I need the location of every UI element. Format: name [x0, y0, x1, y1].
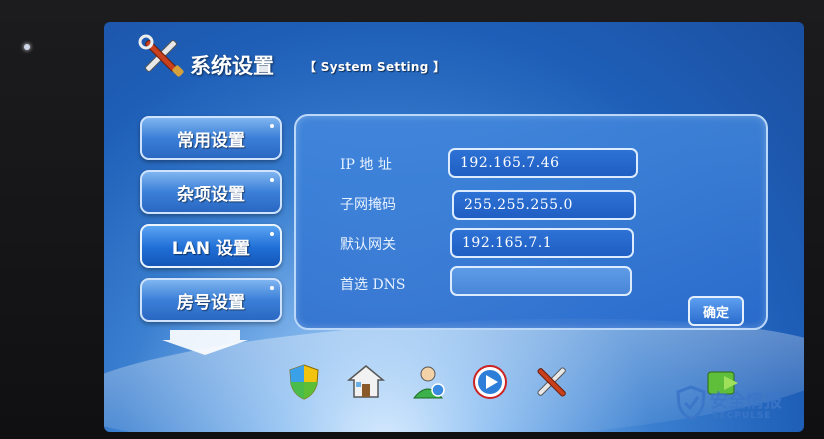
subnet-mask-field[interactable]: 255.255.255.0: [452, 190, 636, 220]
ip-address-label: IP 地 址: [340, 157, 392, 173]
watermark: 安全情报 SECPULSE: [676, 383, 816, 433]
tools-icon: [138, 34, 184, 77]
sidebar-item-misc-settings[interactable]: 杂项设置: [140, 170, 282, 214]
page-title: 系统设置: [190, 54, 274, 78]
media-play-icon[interactable]: [470, 362, 510, 402]
device-bezel: 系统设置 【 System Setting 】 常用设置 杂项设置 LAN 设置…: [0, 0, 824, 439]
security-shield-icon[interactable]: [284, 362, 324, 402]
gateway-field[interactable]: 192.165.7.1: [450, 228, 634, 258]
status-led: [24, 44, 30, 50]
sidebar-item-room-settings[interactable]: 房号设置: [140, 278, 282, 322]
lan-settings-panel: IP 地 址 192.165.7.46 子网掩码 255.255.255.0 默…: [294, 114, 768, 330]
dns-field[interactable]: [450, 266, 632, 296]
user-settings-icon[interactable]: [408, 362, 448, 402]
header: 系统设置 【 System Setting 】: [104, 22, 804, 100]
confirm-button[interactable]: 确定: [688, 296, 744, 326]
subnet-mask-label: 子网掩码: [340, 197, 396, 213]
gateway-label: 默认网关: [340, 237, 396, 253]
tools-icon[interactable]: [532, 362, 572, 402]
sidebar-item-common-settings[interactable]: 常用设置: [140, 116, 282, 160]
page-subtitle: 【 System Setting 】: [304, 60, 446, 74]
dns-label: 首选 DNS: [340, 277, 406, 293]
scroll-down-arrow-icon[interactable]: [160, 326, 250, 356]
sidebar-item-lan-settings[interactable]: LAN 设置: [140, 224, 282, 268]
watermark-subtext: SECPULSE: [712, 411, 772, 421]
touch-screen: 系统设置 【 System Setting 】 常用设置 杂项设置 LAN 设置…: [104, 22, 804, 432]
shield-icon: [676, 385, 706, 421]
watermark-text: 安全情报: [710, 391, 782, 412]
home-icon[interactable]: [346, 362, 386, 402]
ip-address-field[interactable]: 192.165.7.46: [448, 148, 638, 178]
